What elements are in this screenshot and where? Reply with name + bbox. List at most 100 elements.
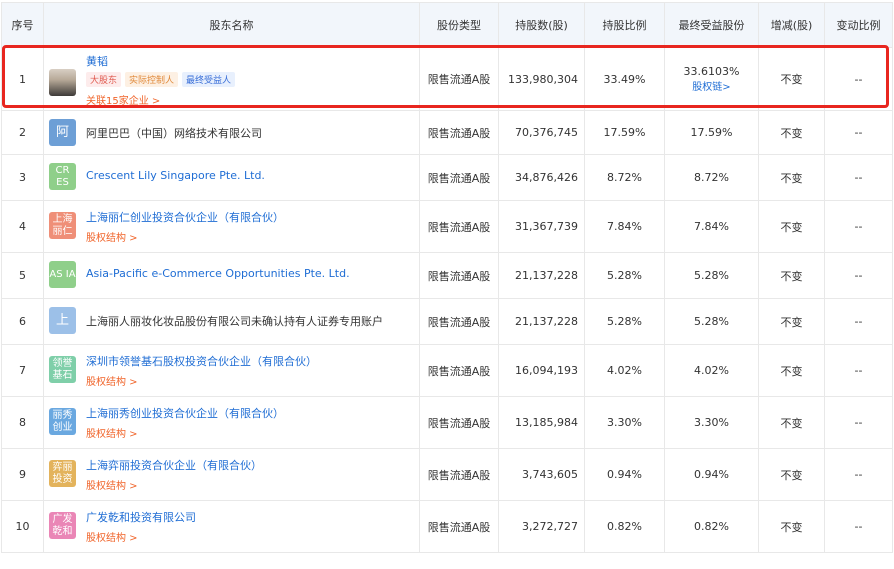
shareholder-cell: 弈丽 投资 上海弈丽投资合伙企业（有限合伙） 股权结构 >: [43, 448, 420, 501]
table-row: 5 AS IA Asia-Pacific e-Commerce Opportun…: [1, 252, 893, 299]
shares-held: 31,367,739: [498, 200, 585, 253]
share-type: 限售流通A股: [419, 47, 499, 111]
table-row: 1 黄韬 大股东 实际控制人 最终受益人 关联15家企业 > 限售流通A股 13…: [1, 47, 893, 111]
change-ratio: --: [824, 154, 893, 201]
shareholder-name-link[interactable]: 上海弈丽投资合伙企业（有限合伙）: [86, 457, 262, 473]
table-row: 10 广发 乾和 广发乾和投资有限公司 股权结构 > 限售流通A股 3,272,…: [1, 500, 893, 553]
holding-ratio: 3.30%: [584, 396, 665, 449]
shares-held: 3,272,727: [498, 500, 585, 553]
header-final-beneficial: 最终受益股份: [664, 2, 759, 48]
company-logo: 弈丽 投资: [49, 460, 76, 487]
holding-ratio: 7.84%: [584, 200, 665, 253]
share-type: 限售流通A股: [419, 500, 499, 553]
row-index: 2: [1, 110, 44, 155]
shareholder-name-link[interactable]: 上海丽仁创业投资合伙企业（有限合伙）: [86, 209, 284, 225]
share-type: 限售流通A股: [419, 298, 499, 345]
equity-structure-link[interactable]: 股权结构 >: [86, 229, 138, 244]
shares-held: 21,137,228: [498, 298, 585, 345]
change-ratio: --: [824, 396, 893, 449]
change-ratio: --: [824, 344, 893, 397]
final-beneficial: 3.30%: [664, 396, 759, 449]
table-row: 8 丽秀 创业 上海丽秀创业投资合伙企业（有限合伙） 股权结构 > 限售流通A股…: [1, 396, 893, 449]
change: 不变: [758, 47, 825, 111]
shareholder-name-link[interactable]: 黄韬: [86, 53, 108, 69]
shareholder-name-link[interactable]: Asia-Pacific e-Commerce Opportunities Pt…: [86, 267, 350, 280]
company-logo: 广发 乾和: [49, 512, 76, 539]
shareholder-name-link[interactable]: 广发乾和投资有限公司: [86, 509, 196, 525]
tag-major-shareholder: 大股东: [86, 72, 122, 87]
share-type: 限售流通A股: [419, 396, 499, 449]
change-ratio: --: [824, 500, 893, 553]
holding-ratio: 8.72%: [584, 154, 665, 201]
shares-held: 70,376,745: [498, 110, 585, 155]
table-row: 3 CR ES Crescent Lily Singapore Pte. Ltd…: [1, 154, 893, 201]
final-beneficial: 33.6103%: [683, 65, 740, 78]
row-index: 10: [1, 500, 44, 553]
change-ratio: --: [824, 298, 893, 345]
change: 不变: [758, 500, 825, 553]
change: 不变: [758, 154, 825, 201]
shares-held: 133,980,304: [498, 47, 585, 111]
change-ratio: --: [824, 448, 893, 501]
final-beneficial: 0.94%: [664, 448, 759, 501]
holding-ratio: 5.28%: [584, 252, 665, 299]
final-beneficial: 8.72%: [664, 154, 759, 201]
company-logo: 领誉 基石: [49, 356, 76, 383]
row-index: 6: [1, 298, 44, 345]
company-logo: 阿: [49, 119, 76, 146]
header-change-ratio: 变动比例: [824, 2, 893, 48]
row-index: 8: [1, 396, 44, 449]
share-type: 限售流通A股: [419, 344, 499, 397]
change: 不变: [758, 110, 825, 155]
share-type: 限售流通A股: [419, 448, 499, 501]
shares-held: 3,743,605: [498, 448, 585, 501]
table-header: 序号 股东名称 股份类型 持股数(股) 持股比例 最终受益股份 增减(股) 变动…: [1, 2, 893, 48]
shares-held: 34,876,426: [498, 154, 585, 201]
holding-ratio: 33.49%: [584, 47, 665, 111]
related-companies-link[interactable]: 关联15家企业 >: [86, 92, 160, 107]
row-index: 1: [1, 47, 44, 111]
company-logo: 上: [49, 307, 76, 334]
shareholder-cell: CR ES Crescent Lily Singapore Pte. Ltd.: [43, 154, 420, 201]
holding-ratio: 4.02%: [584, 344, 665, 397]
share-type: 限售流通A股: [419, 252, 499, 299]
final-beneficial: 7.84%: [664, 200, 759, 253]
table-row: 4 上海 丽仁 上海丽仁创业投资合伙企业（有限合伙） 股权结构 > 限售流通A股…: [1, 200, 893, 253]
equity-structure-link[interactable]: 股权结构 >: [86, 425, 138, 440]
tag-group: 大股东 实际控制人 最终受益人: [86, 72, 236, 87]
final-beneficial: 5.28%: [664, 252, 759, 299]
equity-structure-link[interactable]: 股权结构 >: [86, 529, 138, 544]
shareholder-cell: 上 上海丽人丽妆化妆品股份有限公司未确认持有人证券专用账户: [43, 298, 420, 345]
change: 不变: [758, 396, 825, 449]
share-type: 限售流通A股: [419, 110, 499, 155]
shares-held: 21,137,228: [498, 252, 585, 299]
shareholder-cell: 丽秀 创业 上海丽秀创业投资合伙企业（有限合伙） 股权结构 >: [43, 396, 420, 449]
final-beneficial: 4.02%: [664, 344, 759, 397]
row-index: 7: [1, 344, 44, 397]
final-beneficial-cell: 33.6103% 股权链>: [664, 47, 759, 111]
tag-final-beneficiary: 最终受益人: [182, 72, 236, 87]
change-ratio: --: [824, 110, 893, 155]
change: 不变: [758, 298, 825, 345]
equity-structure-link[interactable]: 股权结构 >: [86, 373, 138, 388]
header-shares-held: 持股数(股): [498, 2, 585, 48]
shareholder-name-link[interactable]: 深圳市领誉基石股权投资合伙企业（有限合伙）: [86, 353, 317, 369]
shareholder-name[interactable]: 阿里巴巴（中国）网络技术有限公司: [86, 125, 262, 141]
final-beneficial: 0.82%: [664, 500, 759, 553]
table-row: 9 弈丽 投资 上海弈丽投资合伙企业（有限合伙） 股权结构 > 限售流通A股 3…: [1, 448, 893, 501]
company-logo: CR ES: [49, 163, 76, 190]
holding-ratio: 0.82%: [584, 500, 665, 553]
company-logo: 丽秀 创业: [49, 408, 76, 435]
equity-chain-link[interactable]: 股权链>: [665, 78, 758, 93]
row-index: 3: [1, 154, 44, 201]
shareholder-name[interactable]: 上海丽人丽妆化妆品股份有限公司未确认持有人证券专用账户: [86, 313, 383, 329]
shareholder-name-link[interactable]: Crescent Lily Singapore Pte. Ltd.: [86, 169, 265, 182]
tag-actual-controller: 实际控制人: [125, 72, 179, 87]
change-ratio: --: [824, 200, 893, 253]
change: 不变: [758, 252, 825, 299]
share-type: 限售流通A股: [419, 154, 499, 201]
final-beneficial: 5.28%: [664, 298, 759, 345]
equity-structure-link[interactable]: 股权结构 >: [86, 477, 138, 492]
shareholder-name-link[interactable]: 上海丽秀创业投资合伙企业（有限合伙）: [86, 405, 284, 421]
company-logo: AS IA: [49, 261, 76, 288]
